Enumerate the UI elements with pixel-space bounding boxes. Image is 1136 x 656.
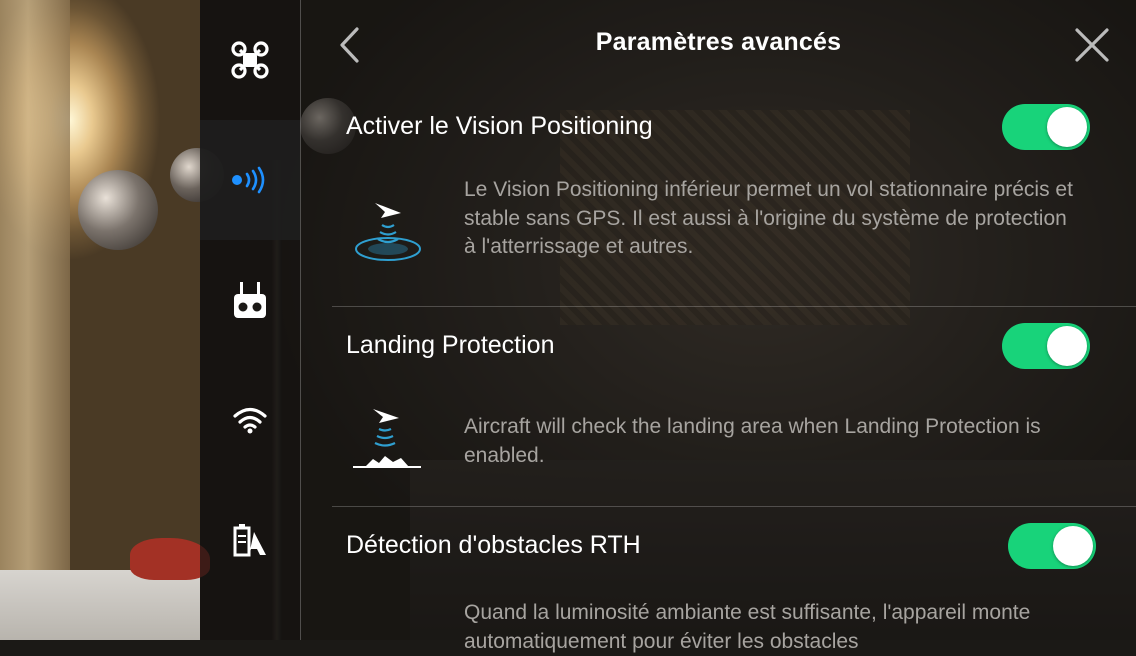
close-icon[interactable] — [1073, 26, 1111, 64]
battery-icon — [233, 524, 266, 557]
toggle-knob — [1053, 526, 1093, 566]
cabinet — [0, 570, 200, 640]
settings-sidebar — [200, 0, 301, 640]
landing-protection-icon — [353, 409, 421, 468]
sidebar-item-remote-controller[interactable] — [200, 240, 300, 360]
vision-positioning-description: Le Vision Positioning inférieur permet u… — [464, 178, 1073, 258]
curtain — [0, 0, 70, 640]
toggle-knob — [1047, 326, 1087, 366]
vision-positioning-icon — [355, 203, 421, 261]
vision-positioning-label: Activer le Vision Positioning — [346, 112, 653, 140]
divider — [332, 506, 1136, 507]
sidebar-item-battery[interactable] — [200, 480, 300, 600]
sidebar-item-wifi[interactable] — [200, 360, 300, 480]
remote-controller-icon — [234, 282, 266, 318]
rth-obstacle-detection-label: Détection d'obstacles RTH — [346, 531, 641, 559]
landing-protection-toggle[interactable] — [1002, 323, 1090, 369]
divider — [332, 306, 1136, 307]
sidebar-item-vision[interactable] — [200, 120, 300, 240]
rth-obstacle-detection-description: Quand la luminosité ambiante est suffisa… — [464, 601, 1031, 653]
toggle-knob — [1047, 107, 1087, 147]
vision-positioning-toggle[interactable] — [1002, 104, 1090, 150]
wifi-icon — [233, 407, 267, 434]
lamp-shade — [78, 170, 158, 250]
landing-protection-description: Aircraft will check the landing area whe… — [464, 415, 1041, 467]
advanced-settings-panel: Paramètres avancés Activer le Vision Pos… — [301, 0, 1136, 653]
landing-protection-label: Landing Protection — [346, 331, 555, 359]
page-title: Paramètres avancés — [595, 28, 842, 56]
rth-obstacle-detection-toggle[interactable] — [1008, 523, 1096, 569]
aircraft-icon — [231, 41, 269, 79]
sidebar-item-aircraft[interactable] — [200, 0, 300, 120]
toy — [130, 538, 210, 580]
vision-sensor-icon — [232, 166, 265, 194]
